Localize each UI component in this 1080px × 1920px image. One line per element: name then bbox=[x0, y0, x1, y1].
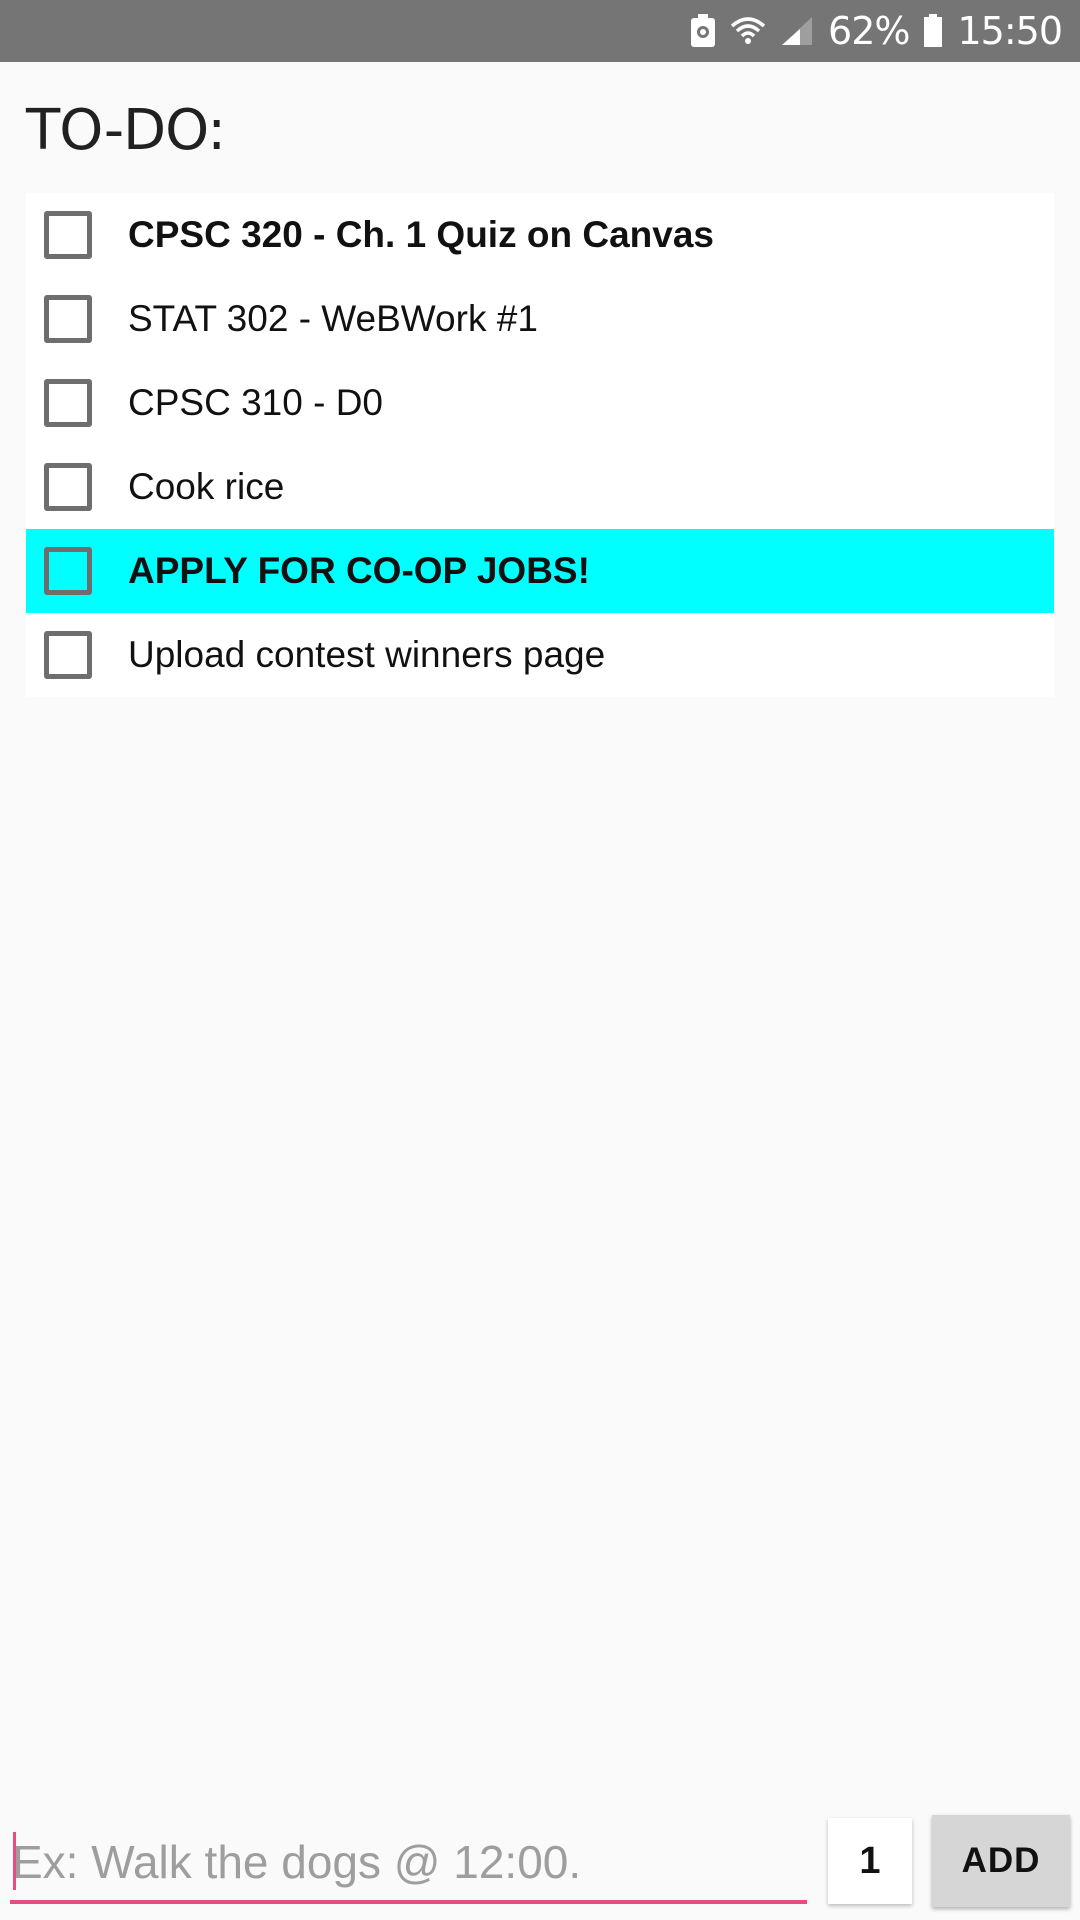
status-bar: 62% 15:50 bbox=[0, 0, 1080, 62]
todo-label: CPSC 310 - D0 bbox=[128, 382, 383, 423]
todo-label: Upload contest winners page bbox=[128, 634, 606, 675]
todo-label: Cook rice bbox=[128, 466, 285, 507]
todo-label: APPLY FOR CO-OP JOBS! bbox=[128, 550, 590, 591]
task-input-container bbox=[10, 1810, 807, 1904]
todo-checkbox[interactable] bbox=[44, 631, 92, 679]
todo-checkbox[interactable] bbox=[44, 463, 92, 511]
todo-item[interactable]: CPSC 310 - D0 bbox=[26, 361, 1054, 445]
todo-checkbox[interactable] bbox=[44, 211, 92, 259]
battery-percent: 62% bbox=[828, 9, 910, 53]
todo-checkbox[interactable] bbox=[44, 379, 92, 427]
count-field[interactable]: 1 bbox=[828, 1818, 912, 1904]
notification-battery-icon bbox=[690, 14, 716, 48]
todo-checkbox[interactable] bbox=[44, 547, 92, 595]
wifi-icon bbox=[730, 14, 766, 48]
add-button[interactable]: ADD bbox=[932, 1815, 1070, 1907]
battery-icon bbox=[923, 14, 943, 48]
todo-list: CPSC 320 - Ch. 1 Quiz on Canvas STAT 302… bbox=[26, 193, 1054, 697]
todo-item[interactable]: Cook rice bbox=[26, 445, 1054, 529]
todo-item[interactable]: Upload contest winners page bbox=[26, 613, 1054, 697]
page-title: TO-DO: bbox=[26, 98, 226, 163]
clock-time: 15:50 bbox=[957, 9, 1063, 53]
todo-label: STAT 302 - WeBWork #1 bbox=[128, 298, 538, 339]
task-input[interactable] bbox=[10, 1810, 807, 1900]
todo-item[interactable]: STAT 302 - WeBWork #1 bbox=[26, 277, 1054, 361]
todo-item[interactable]: APPLY FOR CO-OP JOBS! bbox=[26, 529, 1054, 613]
text-cursor bbox=[13, 1832, 16, 1890]
cellular-signal-icon bbox=[780, 15, 814, 47]
todo-item[interactable]: CPSC 320 - Ch. 1 Quiz on Canvas bbox=[26, 193, 1054, 277]
todo-label: CPSC 320 - Ch. 1 Quiz on Canvas bbox=[128, 214, 714, 255]
todo-checkbox[interactable] bbox=[44, 295, 92, 343]
